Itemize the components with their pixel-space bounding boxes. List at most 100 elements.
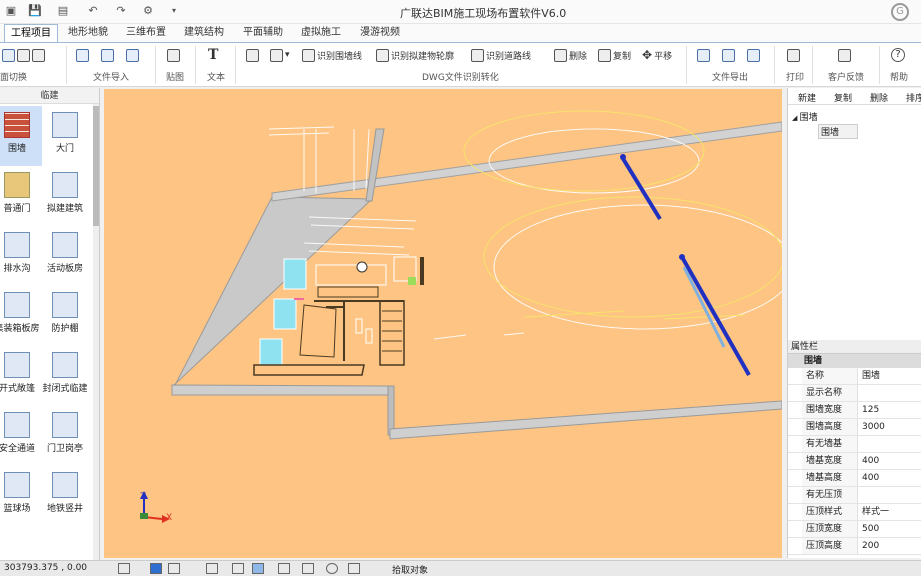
help-button[interactable]: ?: [891, 47, 905, 63]
chat-bubble-icon: [838, 48, 851, 62]
help-label: 帮助: [890, 73, 909, 83]
quick-access-dropdown-icon[interactable]: ▾: [167, 4, 181, 18]
component-guard-booth[interactable]: 门卫岗亭: [40, 406, 90, 466]
property-value[interactable]: 400: [858, 470, 879, 486]
component-protective-shed[interactable]: 防护棚: [40, 286, 90, 346]
property-value[interactable]: 200: [858, 538, 879, 554]
sort-button[interactable]: 排序: [906, 91, 921, 104]
scrollbar-thumb[interactable]: [93, 106, 99, 226]
property-row[interactable]: 有无墙基: [788, 436, 921, 453]
property-value[interactable]: [858, 385, 862, 401]
tree-expand-icon[interactable]: ◢: [792, 114, 800, 122]
snap-mode-text: 拾取对象: [392, 566, 429, 576]
property-value[interactable]: 围墙: [858, 368, 880, 384]
property-value[interactable]: 400: [858, 453, 879, 469]
import-file-button-1[interactable]: [76, 47, 89, 63]
select-pointer-icon[interactable]: [232, 563, 244, 574]
component-mobile-house[interactable]: 活动板房: [40, 226, 90, 286]
print-label: 打印: [786, 73, 805, 83]
property-group-wall[interactable]: 围墙: [788, 354, 921, 368]
component-safety-passage[interactable]: 安全通道: [0, 406, 42, 466]
property-row[interactable]: 压顶样式 样式一: [788, 504, 921, 521]
property-key: 围墙高度: [802, 419, 858, 435]
component-container-house[interactable]: 集装箱板房: [0, 286, 42, 346]
polar-toggle-icon[interactable]: [206, 563, 218, 574]
property-row[interactable]: 围墙宽度 125: [788, 402, 921, 419]
tab-plan-assist[interactable]: 平面辅助: [237, 24, 289, 42]
layers-button[interactable]: [246, 47, 259, 63]
copy-button[interactable]: 复制: [598, 47, 631, 63]
brick-wall-icon: [4, 112, 30, 138]
component-planned-building[interactable]: 拟建建筑: [40, 166, 90, 226]
component-gate[interactable]: 大门: [40, 106, 90, 166]
ortho-toggle-icon[interactable]: [150, 563, 162, 574]
property-value[interactable]: 500: [858, 521, 879, 537]
new-button[interactable]: 新建: [798, 91, 816, 104]
folder-icon: [167, 48, 180, 62]
settings-gear-icon[interactable]: ⚙: [141, 4, 155, 18]
copy-component-button[interactable]: 复制: [834, 91, 852, 104]
tab-virtual-construction[interactable]: 虚拟施工: [295, 24, 347, 42]
curve-tool-icon[interactable]: [302, 563, 314, 574]
undo-icon[interactable]: ↶: [86, 4, 100, 18]
delete-button[interactable]: 删除: [554, 47, 587, 63]
recognize-building-button[interactable]: 识别拟建物轮廓: [376, 47, 454, 63]
property-row[interactable]: 有无压顶: [788, 487, 921, 504]
property-row[interactable]: 压顶宽度 500: [788, 521, 921, 538]
import-file-button-2[interactable]: [101, 47, 114, 63]
property-value[interactable]: 125: [858, 402, 879, 418]
export-file-button-3[interactable]: [747, 47, 760, 63]
site-scene[interactable]: [104, 89, 795, 558]
save-icon[interactable]: 💾: [28, 4, 42, 18]
printer-icon: [787, 48, 800, 62]
component-basketball-court[interactable]: 篮球场: [0, 466, 42, 526]
tab-3d-layout[interactable]: 三维布置: [120, 24, 172, 42]
recognize-road-button[interactable]: 识别道路线: [471, 47, 531, 63]
layer-dropdown-button[interactable]: ▾: [270, 47, 290, 63]
import-file-button-3[interactable]: [126, 47, 139, 63]
property-value[interactable]: [858, 487, 862, 503]
feedback-button[interactable]: [838, 47, 851, 63]
menu-icon[interactable]: ▣: [4, 4, 18, 18]
export-file-button-2[interactable]: [722, 47, 735, 63]
snap-toggle-icon[interactable]: [168, 563, 180, 574]
circle-tool-icon[interactable]: [326, 563, 338, 574]
line-tool-icon[interactable]: [252, 563, 264, 574]
tab-walkthrough-video[interactable]: 漫游视频: [354, 24, 406, 42]
property-row[interactable]: 围墙高度 3000: [788, 419, 921, 436]
delete-component-button[interactable]: 删除: [870, 91, 888, 104]
save-as-icon[interactable]: ▤: [56, 4, 70, 18]
tab-project[interactable]: 工程项目: [4, 24, 58, 42]
view-switch-button[interactable]: [2, 47, 45, 63]
arc-tool-icon[interactable]: [278, 563, 290, 574]
tree-node-wall[interactable]: 围墙: [818, 124, 858, 139]
property-row[interactable]: 显示名称: [788, 385, 921, 402]
move-button[interactable]: ✥ 平移: [642, 47, 672, 63]
property-value[interactable]: 3000: [858, 419, 885, 435]
text-tool-button[interactable]: T: [208, 47, 218, 63]
tree-node-wall-group[interactable]: ◢ 围墙: [792, 110, 818, 123]
panel-scrollbar[interactable]: [93, 104, 99, 568]
component-door[interactable]: 普通门: [0, 166, 42, 226]
tab-building-structure[interactable]: 建筑结构: [178, 24, 230, 42]
grid-toggle-icon[interactable]: [118, 563, 130, 574]
export-file-button-1[interactable]: [697, 47, 710, 63]
component-open-canopy[interactable]: 开式敞篷: [0, 346, 42, 406]
3d-viewport[interactable]: Z X: [104, 89, 795, 558]
paste-image-button[interactable]: [167, 47, 180, 63]
property-row[interactable]: 压顶高度 200: [788, 538, 921, 555]
redo-icon[interactable]: ↷: [114, 4, 128, 18]
property-value[interactable]: [858, 436, 862, 452]
property-value[interactable]: 样式一: [858, 504, 889, 520]
component-closed-temp-building[interactable]: 封闭式临建: [40, 346, 90, 406]
property-row[interactable]: 墙基宽度 400: [788, 453, 921, 470]
component-wall[interactable]: 围墙: [0, 106, 42, 166]
component-drainage[interactable]: 排水沟: [0, 226, 42, 286]
component-subway-shaft[interactable]: 地铁竖井: [40, 466, 90, 526]
print-button[interactable]: [787, 47, 800, 63]
tab-terrain[interactable]: 地形地貌: [62, 24, 114, 42]
rect-tool-icon[interactable]: [348, 563, 360, 574]
recognize-wall-button[interactable]: 识别围墙线: [302, 47, 362, 63]
property-row[interactable]: 墙基高度 400: [788, 470, 921, 487]
property-row[interactable]: 名称 围墙: [788, 368, 921, 385]
